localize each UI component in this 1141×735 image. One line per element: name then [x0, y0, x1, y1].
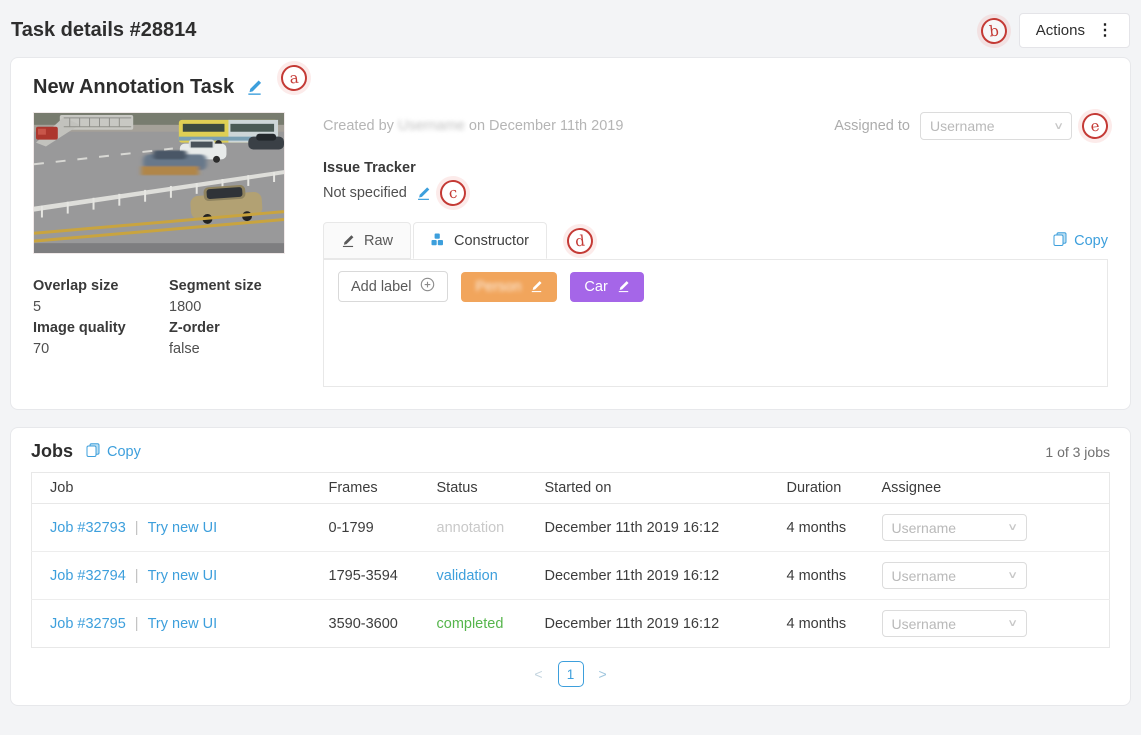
- constructor-blocks-icon: [431, 232, 445, 250]
- stat-overlap-size: Overlap size 5: [33, 276, 169, 318]
- label-chip-car[interactable]: Car: [570, 272, 643, 302]
- try-new-ui-link[interactable]: Try new UI: [148, 616, 218, 632]
- job-frames: 0-1799: [317, 504, 425, 552]
- jobs-pagination: < 1 >: [31, 661, 1110, 687]
- job-assignee-select[interactable]: Username ∨: [882, 514, 1027, 541]
- job-duration: 4 months: [775, 600, 870, 648]
- labels-constructor-panel: Add label Person Car: [323, 259, 1108, 387]
- job-status: annotation: [425, 504, 533, 552]
- try-new-ui-link[interactable]: Try new UI: [148, 568, 218, 584]
- job-started-on: December 11th 2019 16:12: [533, 552, 775, 600]
- raw-edit-icon: [341, 234, 355, 248]
- created-by-line: Created by Username on December 11th 201…: [323, 118, 623, 134]
- created-by-username: Username: [398, 118, 465, 134]
- edit-label-person-icon: [530, 280, 543, 293]
- copy-labels-link[interactable]: Copy: [1053, 232, 1108, 259]
- copy-icon: [1053, 232, 1067, 250]
- job-link[interactable]: Job #32793: [50, 520, 126, 536]
- chevron-down-icon: ∨: [1007, 570, 1018, 581]
- annotation-circle-e: e: [1081, 112, 1110, 141]
- jobs-card: Jobs Copy 1 of 3 jobs Job Frames Status …: [10, 427, 1131, 706]
- task-preview-image: [33, 112, 285, 254]
- copy-icon: [86, 443, 100, 461]
- stat-z-order: Z-order false: [169, 318, 285, 360]
- issue-tracker-label: Issue Tracker: [323, 160, 1108, 176]
- assigned-to-select[interactable]: Username ∨: [920, 112, 1072, 140]
- job-link[interactable]: Job #32794: [50, 568, 126, 584]
- edit-task-name-icon[interactable]: [246, 79, 263, 96]
- pagination-next[interactable]: >: [599, 666, 607, 682]
- job-duration: 4 months: [775, 504, 870, 552]
- task-name: New Annotation Task: [33, 76, 234, 99]
- job-duration: 4 months: [775, 552, 870, 600]
- task-parameters: Overlap size 5 Segment size 1800 Image q…: [33, 276, 285, 360]
- edit-issue-tracker-icon[interactable]: [416, 186, 431, 201]
- edit-label-car-icon: [617, 280, 630, 293]
- jobs-title: Jobs: [31, 441, 73, 462]
- job-row: Job #32794|Try new UI 1795-3594 validati…: [32, 552, 1110, 600]
- job-row: Job #32793|Try new UI 0-1799 annotation …: [32, 504, 1110, 552]
- annotation-circle-c: c: [439, 179, 468, 208]
- tab-raw[interactable]: Raw: [323, 222, 411, 259]
- kebab-menu-icon: ⋮: [1097, 23, 1113, 39]
- annotation-circle-a: a: [280, 64, 309, 93]
- add-label-button[interactable]: Add label: [338, 271, 448, 302]
- tab-constructor[interactable]: Constructor: [413, 222, 547, 259]
- actions-button[interactable]: Actions ⋮: [1019, 13, 1130, 48]
- task-details-card: New Annotation Task a: [10, 57, 1131, 410]
- job-started-on: December 11th 2019 16:12: [533, 600, 775, 648]
- issue-tracker-value: Not specified: [323, 185, 407, 201]
- actions-button-label: Actions: [1036, 22, 1085, 39]
- chevron-down-icon: ∨: [1053, 121, 1064, 132]
- topbar: Task details #28814 b Actions ⋮: [0, 0, 1141, 57]
- job-assignee-select[interactable]: Username ∨: [882, 610, 1027, 637]
- page-title: Task details #28814: [11, 19, 196, 42]
- chevron-down-icon: ∨: [1007, 522, 1018, 533]
- label-chip-person[interactable]: Person: [461, 272, 557, 302]
- job-status: completed: [425, 600, 533, 648]
- stat-segment-size: Segment size 1800: [169, 276, 285, 318]
- jobs-count: 1 of 3 jobs: [1045, 444, 1110, 460]
- chevron-down-icon: ∨: [1007, 618, 1018, 629]
- try-new-ui-link[interactable]: Try new UI: [148, 520, 218, 536]
- annotation-circle-b: b: [980, 16, 1009, 45]
- jobs-table: Job Frames Status Started on Duration As…: [31, 472, 1110, 648]
- job-row: Job #32795|Try new UI 3590-3600 complete…: [32, 600, 1110, 648]
- job-link[interactable]: Job #32795: [50, 616, 126, 632]
- jobs-table-header: Job Frames Status Started on Duration As…: [32, 473, 1110, 504]
- labels-tabs: Raw Constructor: [323, 222, 547, 259]
- stat-image-quality: Image quality 70: [33, 318, 169, 360]
- job-frames: 1795-3594: [317, 552, 425, 600]
- job-assignee-select[interactable]: Username ∨: [882, 562, 1027, 589]
- pagination-page-1[interactable]: 1: [558, 661, 584, 687]
- assigned-to-label: Assigned to: [834, 118, 910, 134]
- copy-jobs-link[interactable]: Copy: [86, 443, 141, 461]
- annotation-circle-d: d: [566, 226, 595, 255]
- job-status: validation: [425, 552, 533, 600]
- plus-circle-icon: [420, 277, 435, 296]
- job-frames: 3590-3600: [317, 600, 425, 648]
- job-started-on: December 11th 2019 16:12: [533, 504, 775, 552]
- pagination-prev[interactable]: <: [534, 666, 542, 682]
